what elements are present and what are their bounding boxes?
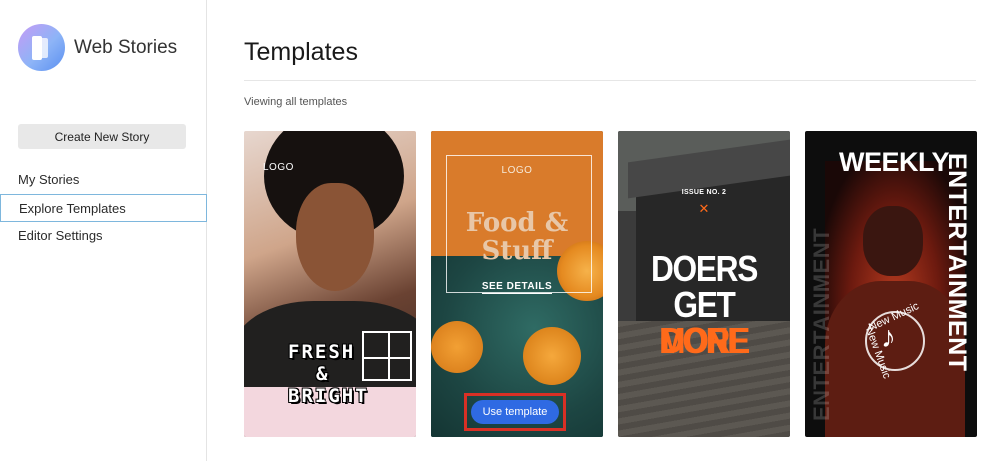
orange-fruit-graphic — [523, 327, 581, 385]
template-card-fresh-bright[interactable]: LOGO FRESH & BRIGHT — [244, 131, 416, 437]
performer-head-shape — [863, 206, 923, 276]
template-card-food-stuff[interactable]: LOGO Food & Stuff SEE DETAILS Use templa… — [431, 131, 603, 437]
template-headline-line-3: BRIGHT — [288, 385, 369, 407]
headline-word-get: GET — [673, 284, 735, 325]
brand-name: Web Stories — [74, 36, 178, 58]
grid-graphic — [362, 331, 412, 381]
template-card-weekly-entertainment[interactable]: ENTERTAINMENT WEEKLY ENTERTAINMENT ♪ New… — [805, 131, 977, 437]
template-grid: LOGO FRESH & BRIGHT LOGO Food & Stuff SE… — [244, 131, 977, 437]
model-face-shape — [296, 183, 374, 291]
template-headline-line-1: DOERS — [650, 248, 758, 289]
brand[interactable]: Web Stories — [18, 24, 177, 71]
logo-card-front — [32, 36, 42, 60]
issue-label: ISSUE NO. 2 — [681, 189, 727, 196]
vertical-title: ENTERTAINMENT — [943, 153, 971, 372]
template-headline-weekly: WEEKLY — [839, 147, 950, 177]
see-details-link[interactable]: SEE DETAILS — [431, 281, 603, 294]
close-x-icon: ✕ — [698, 201, 710, 216]
sidebar-nav: My Stories Explore Templates Editor Sett… — [0, 166, 207, 250]
template-logo-text: LOGO — [263, 162, 294, 173]
sidebar-item-editor-settings[interactable]: Editor Settings — [0, 222, 207, 250]
create-new-story-button[interactable]: Create New Story — [18, 124, 186, 149]
template-card-doers[interactable]: ISSUE NO. 2 ✕ DOERS GET MORE DONE — [618, 131, 790, 437]
sidebar: Web Stories Create New Story My Stories … — [0, 0, 207, 461]
see-details-label: SEE DETAILS — [481, 281, 553, 294]
sidebar-item-explore-templates[interactable]: Explore Templates — [0, 194, 207, 222]
template-headline-line-1: Food & — [465, 208, 569, 238]
page-title: Templates — [244, 38, 358, 66]
template-headline-line-2: Stuff — [481, 236, 553, 266]
template-headline-line-3: DONE — [660, 320, 749, 361]
template-headline-line-2: & — [316, 363, 330, 385]
template-logo-text: LOGO — [501, 165, 533, 176]
template-headline-line-1: FRESH — [288, 341, 356, 363]
sidebar-item-my-stories[interactable]: My Stories — [0, 166, 207, 194]
vertical-title-faded: ENTERTAINMENT — [809, 227, 834, 421]
web-stories-logo-icon — [18, 24, 65, 71]
orange-fruit-graphic — [431, 321, 483, 373]
title-divider — [244, 80, 976, 81]
viewing-subtitle: Viewing all templates — [244, 96, 348, 108]
use-template-button[interactable]: Use template — [471, 400, 559, 424]
